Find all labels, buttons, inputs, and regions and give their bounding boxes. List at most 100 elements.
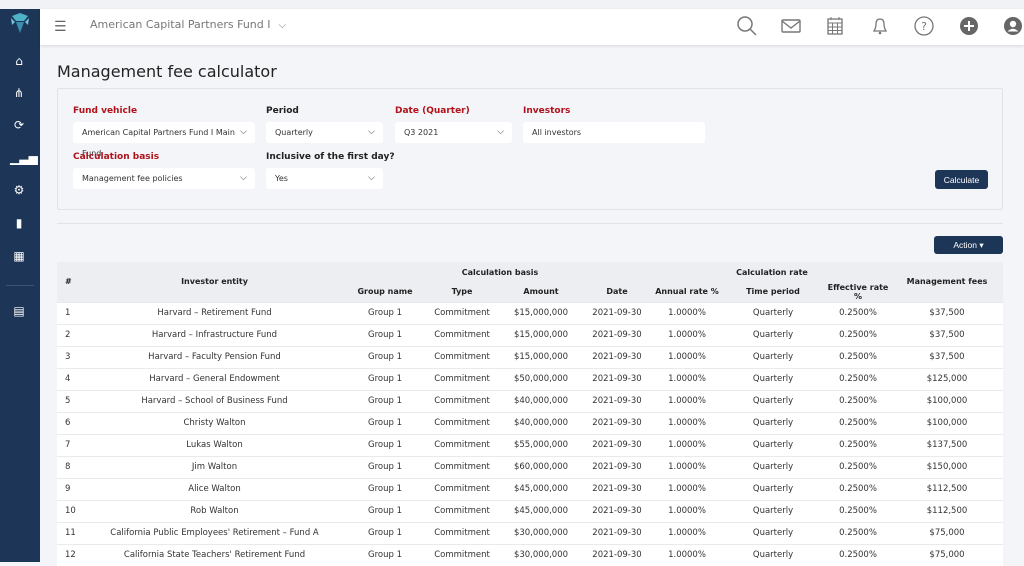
row-num: 1 [57, 301, 82, 324]
table-row[interactable]: 3 Harvard – Faculty Pension Fund Group 1 Co… [57, 345, 1003, 368]
chevron-down-icon: ⌵ [368, 127, 375, 137]
fund-selector[interactable]: American Capital Partners Fund I ⌵ [90, 18, 286, 31]
group-name: Group 1 [347, 389, 423, 412]
time-period: Quarterly [721, 323, 825, 346]
table-row[interactable]: 6 Christy Walton Group 1 Commitment $40,000,… [57, 411, 1003, 434]
col-effective: Effective rate % [825, 282, 891, 302]
date: 2021-09-30 [581, 499, 653, 522]
col-date: Date [581, 282, 653, 302]
sync-icon[interactable]: ⟳ [10, 117, 28, 133]
group-name: Group 1 [347, 411, 423, 434]
fund-vehicle-select[interactable]: American Capital Partners Fund I Main Fu… [73, 122, 255, 158]
date: 2021-09-30 [581, 411, 653, 434]
table-row[interactable]: 9 Alice Walton Group 1 Commitment $45,000,00… [57, 477, 1003, 500]
effective-rate: 0.2500% [825, 301, 891, 324]
annual-rate: 1.0000% [653, 543, 721, 566]
annual-rate: 1.0000% [653, 477, 721, 500]
period-select[interactable]: Quarterly ⌵ [266, 122, 383, 143]
document-icon[interactable]: ▤ [10, 303, 28, 319]
date: 2021-09-30 [581, 323, 653, 346]
table-row[interactable]: 10 Rob Walton Group 1 Commitment $45,000,000… [57, 499, 1003, 522]
investor-entity: Harvard – Faculty Pension Fund [82, 345, 347, 368]
date-select[interactable]: Q3 2021 ⌵ [395, 122, 512, 143]
calculate-button[interactable]: Calculate [935, 170, 988, 189]
row-num: 2 [57, 323, 82, 346]
inclusive-select[interactable]: Yes ⌵ [266, 168, 383, 189]
management-fee: $37,500 [891, 345, 1003, 368]
time-period: Quarterly [721, 433, 825, 456]
amount: $30,000,000 [501, 521, 581, 544]
investor-entity: Alice Walton [82, 477, 347, 500]
date: 2021-09-30 [581, 477, 653, 500]
annual-rate: 1.0000% [653, 389, 721, 412]
time-period: Quarterly [721, 389, 825, 412]
calc-basis-label: Calculation basis [73, 152, 160, 162]
table-row[interactable]: 1 Harvard – Retirement Fund Group 1 Commitm… [57, 301, 1003, 324]
group-name: Group 1 [347, 543, 423, 566]
calendar-icon[interactable] [824, 15, 846, 37]
col-group: Group name [347, 282, 423, 302]
user-icon[interactable] [1002, 15, 1024, 37]
col-num: # [57, 262, 82, 302]
calculator-icon[interactable]: ▦ [10, 248, 28, 264]
row-num: 7 [57, 433, 82, 456]
row-num: 5 [57, 389, 82, 412]
date-label: Date (Quarter) [395, 106, 470, 116]
investors-label: Investors [523, 106, 571, 116]
row-num: 3 [57, 345, 82, 368]
effective-rate: 0.2500% [825, 455, 891, 478]
management-fee: $112,500 [891, 499, 1003, 522]
col-entity: Investor entity [82, 262, 347, 302]
effective-rate: 0.2500% [825, 499, 891, 522]
table-row[interactable]: 8 Jim Walton Group 1 Commitment $60,000,000 2… [57, 455, 1003, 478]
time-period: Quarterly [721, 499, 825, 522]
search-icon[interactable] [736, 15, 758, 37]
effective-rate: 0.2500% [825, 323, 891, 346]
signal-icon[interactable]: ▁▃▅ [10, 150, 38, 166]
group-name: Group 1 [347, 301, 423, 324]
action-button[interactable]: Action ▾ [934, 236, 1003, 254]
management-fee: $112,500 [891, 477, 1003, 500]
investor-entity: Harvard – School of Business Fund [82, 389, 347, 412]
group-name: Group 1 [347, 323, 423, 346]
gears-icon[interactable]: ⚙ [10, 182, 28, 198]
table-row[interactable]: 12 California State Teachers' Retirement … [57, 543, 1003, 566]
table-row[interactable]: 5 Harvard – School of Business Fund Group … [57, 389, 1003, 412]
mail-icon[interactable] [780, 15, 802, 37]
menu-icon[interactable]: ☰ [54, 19, 67, 35]
home-icon[interactable]: ⌂ [10, 53, 28, 69]
management-fee: $100,000 [891, 411, 1003, 434]
annual-rate: 1.0000% [653, 345, 721, 368]
amount: $45,000,000 [501, 499, 581, 522]
table-row[interactable]: 7 Lukas Walton Group 1 Commitment $55,000,00… [57, 433, 1003, 456]
investor-entity: Jim Walton [82, 455, 347, 478]
effective-rate: 0.2500% [825, 367, 891, 390]
effective-rate: 0.2500% [825, 389, 891, 412]
effective-rate: 0.2500% [825, 543, 891, 566]
investor-entity: California Public Employees' Retirement … [82, 521, 347, 544]
date: 2021-09-30 [581, 455, 653, 478]
annual-rate: 1.0000% [653, 323, 721, 346]
table-row[interactable]: 11 California Public Employees' Retiremen… [57, 521, 1003, 544]
date: 2021-09-30 [581, 433, 653, 456]
investor-entity: Harvard – Retirement Fund [82, 301, 347, 324]
chevron-down-icon: ⌵ [240, 127, 247, 137]
table-row[interactable]: 2 Harvard – Infrastructure Fund Group 1 Com… [57, 323, 1003, 346]
plus-icon[interactable] [958, 15, 980, 37]
annual-rate: 1.0000% [653, 433, 721, 456]
hierarchy-icon[interactable]: ⋔ [10, 85, 28, 101]
col-type: Type [423, 282, 501, 302]
investor-entity: Harvard – General Endowment [82, 367, 347, 390]
annual-rate: 1.0000% [653, 455, 721, 478]
calc-basis-select[interactable]: Management fee policies ⌵ [73, 168, 255, 189]
table-row[interactable]: 4 Harvard – General Endowment Group 1 Commi… [57, 367, 1003, 390]
book-icon[interactable]: ▮ [10, 215, 28, 231]
date: 2021-09-30 [581, 543, 653, 566]
col-fees: Management fees [891, 262, 1003, 302]
date: 2021-09-30 [581, 345, 653, 368]
annual-rate: 1.0000% [653, 367, 721, 390]
help-icon[interactable]: ? [913, 15, 935, 37]
investors-input[interactable]: All investors [523, 122, 705, 143]
bell-icon[interactable] [869, 15, 891, 37]
time-period: Quarterly [721, 455, 825, 478]
